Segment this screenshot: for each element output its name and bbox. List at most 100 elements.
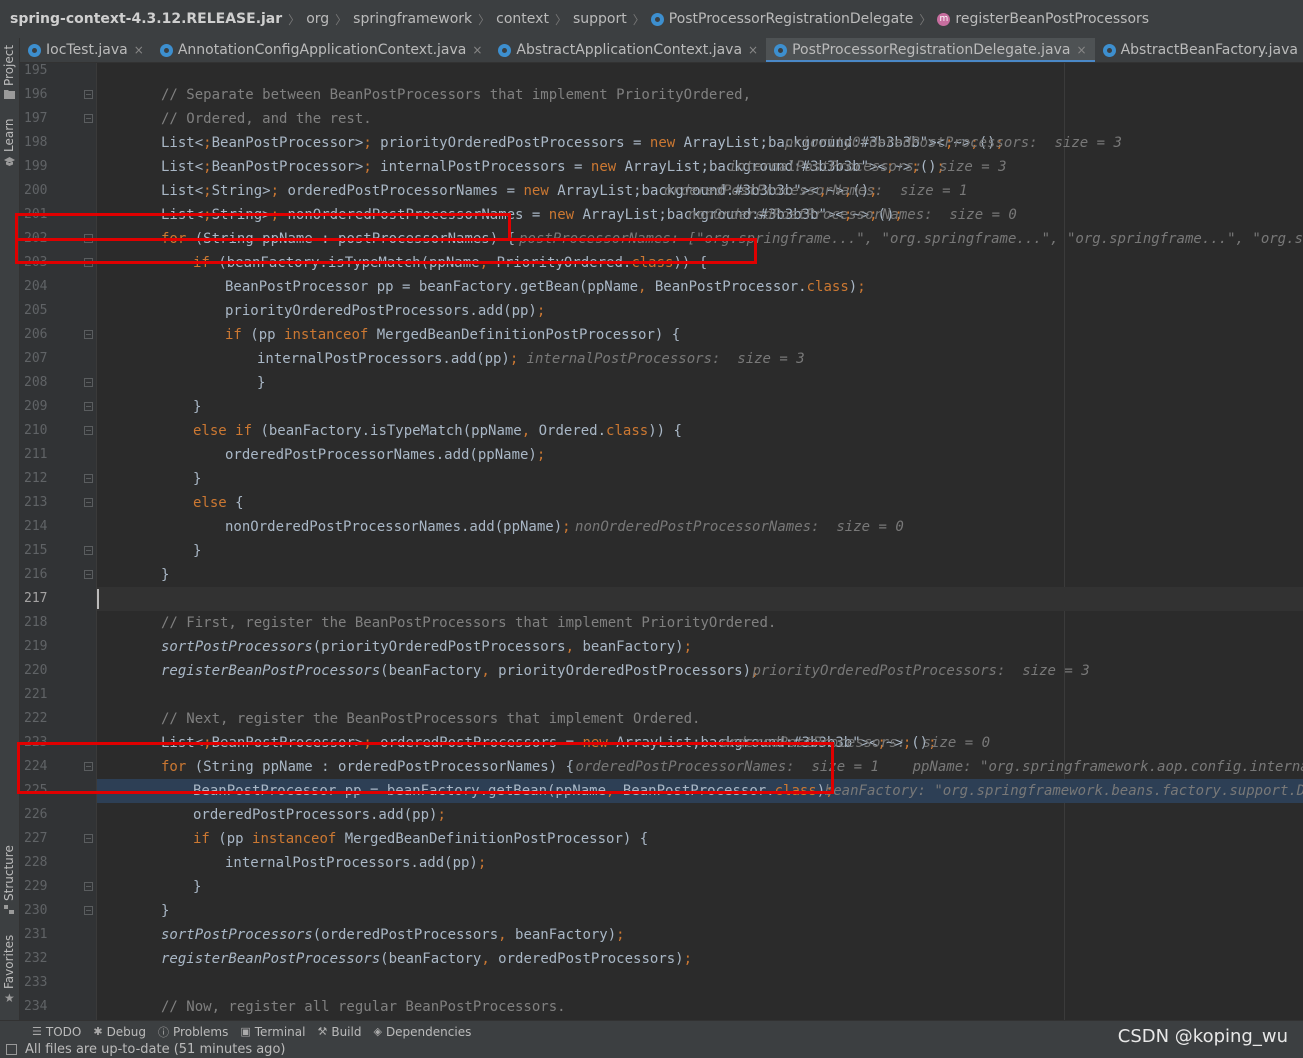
tab-ioctest[interactable]: IocTest.java × — [20, 38, 152, 62]
gutter-line[interactable]: 199 — [20, 155, 96, 179]
code-line[interactable]: } — [97, 539, 1303, 563]
fold-marker-icon[interactable] — [84, 114, 93, 123]
tab-abstractapplicationcontext[interactable]: AbstractApplicationContext.java × — [490, 38, 766, 62]
gutter-line[interactable]: 197 — [20, 107, 96, 131]
gutter-line[interactable]: 195 — [20, 63, 96, 83]
code-editor[interactable]: // Separate between BeanPostProcessors t… — [97, 63, 1303, 1020]
code-line[interactable]: // Next, register the BeanPostProcessors… — [97, 707, 1303, 731]
breadcrumb-item[interactable]: m registerBeanPostProcessors — [937, 11, 1149, 27]
code-line[interactable]: } — [97, 563, 1303, 587]
gutter-line[interactable]: 216 — [20, 563, 96, 587]
code-line[interactable]: registerBeanPostProcessors(beanFactory, … — [97, 659, 1303, 683]
gutter-line[interactable]: 209 — [20, 395, 96, 419]
favorites-tool-tab[interactable]: Favorites ★ — [0, 933, 19, 1013]
gutter-line[interactable]: 224 — [20, 755, 96, 779]
breadcrumb-item[interactable]: org — [306, 11, 329, 27]
fold-marker-icon[interactable] — [84, 426, 93, 435]
code-line[interactable]: nonOrderedPostProcessorNames.add(ppName)… — [97, 515, 1303, 539]
code-line[interactable]: BeanPostProcessor pp = beanFactory.getBe… — [97, 275, 1303, 299]
code-line[interactable]: if (pp instanceof MergedBeanDefinitionPo… — [97, 323, 1303, 347]
tool-window-problems[interactable]: ⓘ Problems — [158, 1024, 228, 1040]
code-line[interactable]: internalPostProcessors.add(pp); — [97, 851, 1303, 875]
tab-annotationconfigapplicationcontext[interactable]: AnnotationConfigApplicationContext.java × — [152, 38, 491, 62]
breadcrumb-item[interactable]: context — [496, 11, 549, 27]
code-line[interactable]: if (pp instanceof MergedBeanDefinitionPo… — [97, 827, 1303, 851]
gutter-line[interactable]: 226 — [20, 803, 96, 827]
gutter-line[interactable]: 218 — [20, 611, 96, 635]
gutter-line[interactable]: 206 — [20, 323, 96, 347]
gutter-line[interactable]: 230 — [20, 899, 96, 923]
code-line[interactable]: List<;String>; nonOrderedPostProcessorNa… — [97, 203, 1303, 227]
code-line[interactable]: registerBeanPostProcessors(beanFactory, … — [97, 947, 1303, 971]
fold-marker-icon[interactable] — [84, 234, 93, 243]
gutter-line[interactable]: 217 — [20, 587, 96, 611]
code-line[interactable] — [97, 587, 1303, 611]
gutter-line[interactable]: 211 — [20, 443, 96, 467]
tool-window-dependencies[interactable]: ◈ Dependencies — [373, 1025, 471, 1039]
code-line[interactable]: for (String ppName : postProcessorNames)… — [97, 227, 1303, 251]
fold-marker-icon[interactable] — [84, 498, 93, 507]
breadcrumb-item[interactable]: spring-context-4.3.12.RELEASE.jar — [0, 11, 282, 27]
code-line[interactable]: List<;BeanPostProcessor>; orderedPostPro… — [97, 731, 1303, 755]
gutter-line[interactable]: 231 — [20, 923, 96, 947]
code-line[interactable]: // Ordered, and the rest. — [97, 107, 1303, 131]
gutter-line[interactable]: 204 — [20, 275, 96, 299]
code-line[interactable]: else if (beanFactory.isTypeMatch(ppName,… — [97, 419, 1303, 443]
breadcrumb-item[interactable]: PostProcessorRegistrationDelegate — [650, 11, 913, 27]
gutter-line[interactable]: 214 — [20, 515, 96, 539]
code-line[interactable]: // First, register the BeanPostProcessor… — [97, 611, 1303, 635]
code-line[interactable]: List<;BeanPostProcessor>; internalPostPr… — [97, 155, 1303, 179]
close-tab-icon[interactable]: × — [748, 43, 758, 57]
gutter-line[interactable]: 223 — [20, 731, 96, 755]
code-line[interactable] — [97, 683, 1303, 707]
tool-window-terminal[interactable]: ▣ Terminal — [240, 1025, 305, 1039]
fold-marker-icon[interactable] — [84, 570, 93, 579]
gutter-line[interactable]: 215 — [20, 539, 96, 563]
gutter-line[interactable]: 232 — [20, 947, 96, 971]
code-line[interactable]: } — [97, 899, 1303, 923]
code-line[interactable]: // Separate between BeanPostProcessors t… — [97, 83, 1303, 107]
fold-marker-icon[interactable] — [84, 378, 93, 387]
gutter-line[interactable]: 212 — [20, 467, 96, 491]
gutter-line[interactable]: 208 — [20, 371, 96, 395]
gutter-line[interactable]: 213 — [20, 491, 96, 515]
gutter-line[interactable]: 219 — [20, 635, 96, 659]
gutter-line[interactable]: 200 — [20, 179, 96, 203]
breadcrumb-item[interactable]: springframework — [353, 11, 472, 27]
gutter-line[interactable]: 233 — [20, 971, 96, 995]
gutter-line[interactable]: 225 — [20, 779, 96, 803]
code-line[interactable]: else { — [97, 491, 1303, 515]
tool-window-todo[interactable]: ☰ TODO — [32, 1025, 81, 1039]
tab-postprocessorregistrationdelegate[interactable]: PostProcessorRegistrationDelegate.java × — [766, 38, 1096, 62]
fold-marker-icon[interactable] — [84, 882, 93, 891]
code-line[interactable]: BeanPostProcessor pp = beanFactory.getBe… — [97, 779, 1303, 803]
fold-marker-icon[interactable] — [84, 762, 93, 771]
gutter-line[interactable]: 222 — [20, 707, 96, 731]
fold-marker-icon[interactable] — [84, 906, 93, 915]
close-tab-icon[interactable]: × — [1077, 43, 1087, 57]
code-line[interactable]: priorityOrderedPostProcessors.add(pp); — [97, 299, 1303, 323]
tab-abstractbeanfactory[interactable]: AbstractBeanFactory.java — [1095, 38, 1303, 62]
gutter-line[interactable]: 203 — [20, 251, 96, 275]
code-line[interactable]: orderedPostProcessors.add(pp); — [97, 803, 1303, 827]
tool-window-debug[interactable]: ✱ Debug — [93, 1025, 146, 1039]
code-line[interactable]: sortPostProcessors(priorityOrderedPostPr… — [97, 635, 1303, 659]
fold-marker-icon[interactable] — [84, 546, 93, 555]
fold-marker-icon[interactable] — [84, 834, 93, 843]
fold-marker-icon[interactable] — [84, 90, 93, 99]
gutter-line[interactable]: 220 — [20, 659, 96, 683]
code-line[interactable]: List<;String>; orderedPostProcessorNames… — [97, 179, 1303, 203]
gutter-line[interactable]: 227 — [20, 827, 96, 851]
code-line[interactable]: } — [97, 875, 1303, 899]
learn-tool-tab[interactable]: Learn — [0, 108, 19, 168]
code-line[interactable]: } — [97, 467, 1303, 491]
code-line[interactable]: List<;BeanPostProcessor>; priorityOrdere… — [97, 131, 1303, 155]
fold-marker-icon[interactable] — [84, 402, 93, 411]
fold-marker-icon[interactable] — [84, 474, 93, 483]
gutter-line[interactable]: 221 — [20, 683, 96, 707]
gutter-line[interactable]: 202 — [20, 227, 96, 251]
close-tab-icon[interactable]: × — [472, 43, 482, 57]
close-tab-icon[interactable]: × — [134, 43, 144, 57]
tool-window-build[interactable]: ⚒ Build — [317, 1025, 361, 1039]
code-line[interactable]: } — [97, 371, 1303, 395]
